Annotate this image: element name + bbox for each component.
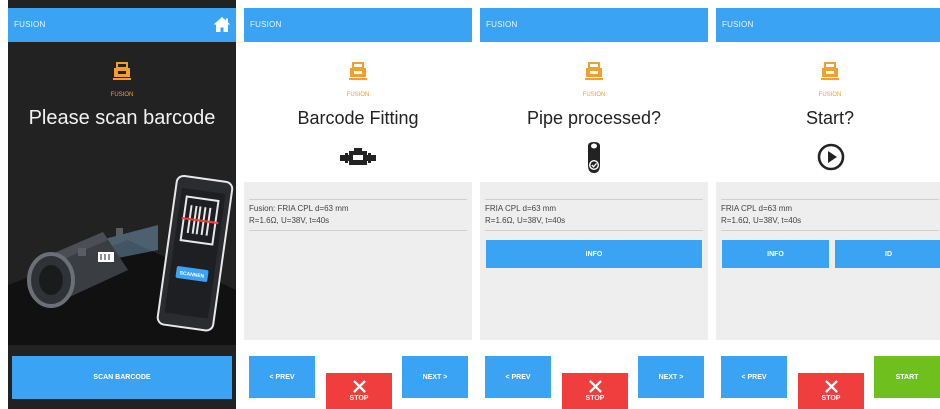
fitting-info-line: Fusion: FRIA CPL d=63 mm [249, 204, 349, 213]
app-bar: FUSION [8, 8, 236, 42]
app-title: FUSION [722, 20, 754, 29]
fitting-params-line: R=1.6Ω, U=38V, t=40s [249, 216, 330, 225]
logo-label: FUSION [346, 92, 370, 98]
next-button[interactable]: NEXT > [638, 356, 704, 398]
prev-button[interactable]: < PREV [485, 356, 551, 398]
scan-illustration: SCANNEN [8, 174, 236, 345]
screen-pipe-processed: FUSION FUSION Pipe processed? FRIA CPL d… [480, 0, 708, 409]
prev-button[interactable]: < PREV [249, 356, 315, 398]
close-icon [588, 380, 602, 393]
screen-start: FUSION FUSION Start? FRIA CPL d=63 mm R=… [716, 0, 940, 409]
play-circle-icon [817, 143, 845, 171]
screen-scan-barcode: FUSION FUSION Please scan barcode SCANNE… [8, 0, 236, 409]
app-title: FUSION [250, 20, 282, 29]
page-title: Please scan barcode [28, 107, 216, 129]
info-panel: Fusion: FRIA CPL d=63 mm R=1.6Ω, U=38V, … [244, 182, 472, 340]
app-title: FUSION [14, 20, 46, 29]
home-icon[interactable] [213, 16, 231, 33]
divider [721, 230, 939, 231]
prev-button[interactable]: < PREV [721, 356, 787, 398]
screen-barcode-fitting: FUSION FUSION Barcode Fitting Fusion: FR… [244, 0, 472, 409]
divider [721, 199, 939, 200]
page-title: Start? [805, 108, 855, 128]
stop-label: STOP [349, 395, 369, 402]
divider [249, 199, 467, 200]
id-button[interactable]: ID [835, 240, 940, 268]
divider [485, 199, 703, 200]
divider [249, 230, 467, 231]
divider [485, 230, 703, 231]
start-button[interactable]: START [874, 356, 940, 398]
page-title: Barcode Fitting [297, 108, 419, 128]
stop-button[interactable]: STOP [562, 373, 628, 409]
fusion-logo-icon [821, 62, 839, 80]
stop-label: STOP [821, 395, 841, 402]
scan-barcode-button[interactable]: SCAN BARCODE [12, 356, 232, 399]
app-bar: FUSION [244, 8, 472, 42]
info-button[interactable]: INFO [486, 240, 702, 268]
pipe-check-icon [588, 142, 600, 173]
stop-button[interactable]: STOP [798, 373, 864, 409]
app-title: FUSION [486, 20, 518, 29]
fitting-info-line: FRIA CPL d=63 mm [721, 204, 793, 213]
info-button[interactable]: INFO [722, 240, 829, 268]
close-icon [824, 380, 838, 393]
fitting-icon [340, 148, 376, 165]
fitting-params-line: R=1.6Ω, U=38V, t=40s [721, 216, 802, 225]
stop-button[interactable]: STOP [326, 373, 392, 409]
stop-label: STOP [585, 395, 605, 402]
logo-label: FUSION [818, 92, 842, 98]
logo-label: FUSION [582, 92, 606, 98]
app-bar: FUSION [716, 8, 940, 42]
fitting-params-line: R=1.6Ω, U=38V, t=40s [485, 216, 566, 225]
fusion-logo-icon [113, 62, 131, 80]
page-title: Pipe processed? [526, 108, 662, 128]
fitting-info-line: FRIA CPL d=63 mm [485, 204, 557, 213]
app-bar: FUSION [480, 8, 708, 42]
next-button[interactable]: NEXT > [402, 356, 468, 398]
close-icon [352, 380, 366, 393]
fusion-logo-icon [349, 62, 367, 80]
logo-label: FUSION [110, 92, 134, 98]
fusion-logo-icon [585, 62, 603, 80]
